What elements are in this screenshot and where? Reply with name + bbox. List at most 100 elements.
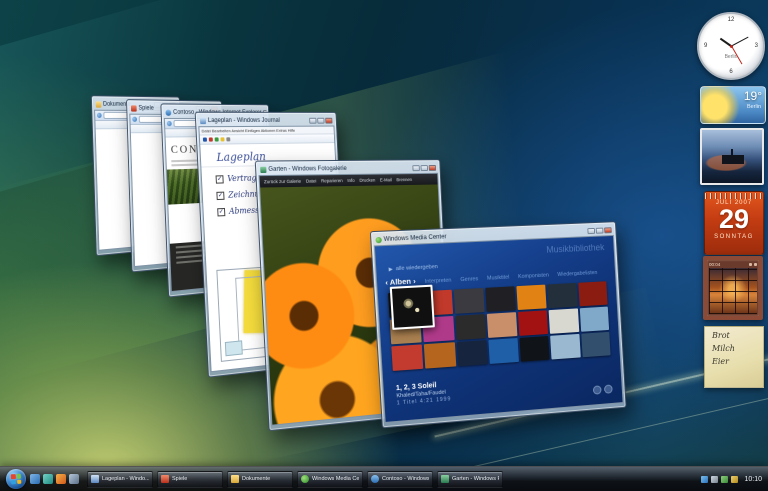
weather-gadget[interactable]: 19° Berlin bbox=[700, 86, 766, 124]
ie-icon bbox=[165, 109, 171, 115]
puzzle-header: 00:04 bbox=[707, 260, 759, 268]
back-icon[interactable] bbox=[97, 113, 102, 118]
album-tile[interactable] bbox=[520, 336, 550, 362]
notes-gadget[interactable]: Brot Milch Eier bbox=[704, 326, 764, 388]
album-tile[interactable] bbox=[455, 314, 486, 340]
slideshow-gadget[interactable] bbox=[700, 128, 764, 185]
pen-icon[interactable] bbox=[209, 137, 213, 141]
maximize-button[interactable] bbox=[317, 117, 324, 123]
calendar-day: 29 bbox=[705, 206, 763, 233]
album-tile[interactable] bbox=[424, 342, 456, 368]
pen-icon[interactable] bbox=[215, 137, 219, 141]
window-buttons[interactable] bbox=[412, 165, 436, 171]
album-tile[interactable] bbox=[578, 281, 608, 306]
ship-silhouette bbox=[722, 155, 744, 164]
album-tile[interactable] bbox=[488, 338, 519, 364]
taskbar-button-garten[interactable]: Garten - Windows Fo... bbox=[437, 471, 503, 488]
album-tile[interactable] bbox=[548, 283, 578, 308]
window-media-center[interactable]: Windows Media Center Musikbibliothek all… bbox=[370, 221, 627, 428]
clock-gadget[interactable]: 12 3 6 9 Berlin bbox=[697, 12, 765, 80]
scroll-buttons[interactable] bbox=[593, 384, 613, 394]
taskbar-clock[interactable]: 10:10 bbox=[744, 476, 762, 483]
print-menu[interactable]: Drucken bbox=[359, 178, 375, 183]
back-icon[interactable] bbox=[167, 121, 172, 126]
album-tile[interactable] bbox=[581, 332, 611, 357]
category-item[interactable]: Genres bbox=[460, 276, 478, 283]
category-item[interactable]: Komponisten bbox=[518, 272, 549, 280]
taskbar-button-lageplan[interactable]: Lageplan - Windo... bbox=[87, 471, 153, 488]
highlighter-icon[interactable] bbox=[220, 137, 224, 141]
album-tile[interactable] bbox=[456, 340, 487, 366]
album-tile[interactable] bbox=[487, 312, 518, 338]
temperature: 19° bbox=[744, 89, 762, 103]
album-tile[interactable] bbox=[485, 286, 516, 312]
album-tile[interactable] bbox=[580, 307, 610, 332]
close-button[interactable] bbox=[604, 227, 612, 233]
taskbar-button-spiele[interactable]: Spiele bbox=[157, 471, 223, 488]
close-button[interactable] bbox=[429, 165, 436, 171]
calendar-gadget[interactable]: JULI 2007 29 SONNTAG bbox=[704, 191, 764, 255]
album-tile[interactable] bbox=[518, 310, 548, 336]
system-tray: 10:10 bbox=[701, 476, 762, 483]
album-tile[interactable] bbox=[453, 288, 484, 314]
games-icon bbox=[161, 475, 169, 483]
album-tile[interactable] bbox=[551, 334, 581, 360]
taskbar-button-media-center[interactable]: Windows Media Ce... bbox=[297, 471, 363, 488]
media-player-quicklaunch-icon[interactable] bbox=[56, 474, 66, 484]
close-button[interactable] bbox=[325, 117, 332, 123]
library-header: Musikbibliothek bbox=[546, 242, 604, 255]
photo-gallery-icon bbox=[441, 475, 449, 483]
minimize-button[interactable] bbox=[412, 165, 420, 171]
clock-numeral: 12 bbox=[728, 17, 735, 23]
maximize-button[interactable] bbox=[420, 165, 428, 171]
window-title: Windows Media Center bbox=[384, 234, 447, 243]
album-tile[interactable] bbox=[549, 308, 579, 333]
ie-quicklaunch-icon[interactable] bbox=[30, 474, 40, 484]
file-menu[interactable]: Datei bbox=[306, 178, 317, 183]
category-item[interactable]: Wiedergabelisten bbox=[557, 270, 597, 278]
eraser-icon[interactable] bbox=[226, 137, 230, 141]
album-tile[interactable] bbox=[517, 285, 547, 310]
window-buttons[interactable] bbox=[309, 117, 332, 123]
minute-hand bbox=[731, 37, 748, 47]
network-icon[interactable] bbox=[701, 476, 708, 483]
back-to-gallery-button[interactable]: Zurück zur Galerie bbox=[264, 179, 301, 185]
scroll-down-icon[interactable] bbox=[604, 384, 613, 393]
start-button[interactable] bbox=[6, 469, 26, 489]
windows-flag-icon bbox=[11, 474, 22, 485]
puzzle-timer: 00:04 bbox=[709, 262, 720, 267]
maximize-button[interactable] bbox=[596, 227, 604, 233]
album-tile[interactable] bbox=[391, 344, 423, 371]
flip3d-quicklaunch-icon[interactable] bbox=[43, 474, 53, 484]
play-icon bbox=[389, 267, 393, 271]
window-buttons[interactable] bbox=[587, 227, 612, 234]
scroll-up-icon[interactable] bbox=[593, 385, 602, 394]
email-button[interactable]: E-Mail bbox=[380, 177, 392, 182]
titlebar[interactable]: Lageplan - Windows Journal bbox=[198, 115, 335, 126]
minimize-button[interactable] bbox=[587, 227, 595, 233]
checkbox-icon[interactable]: ✓ bbox=[217, 207, 225, 216]
burn-menu[interactable]: Brennen bbox=[396, 177, 412, 182]
back-icon[interactable] bbox=[132, 117, 137, 122]
taskbar-button-dokumente[interactable]: Dokumente bbox=[227, 471, 293, 488]
pen-icon[interactable] bbox=[203, 138, 207, 142]
security-icon[interactable] bbox=[721, 476, 728, 483]
journal-icon bbox=[200, 117, 206, 123]
puzzle-pause-icon[interactable] bbox=[749, 263, 752, 266]
battery-icon[interactable] bbox=[731, 476, 738, 483]
checkbox-icon[interactable]: ✓ bbox=[216, 175, 224, 183]
checkbox-icon[interactable]: ✓ bbox=[216, 191, 224, 199]
play-all-button[interactable]: alle wiedergeben bbox=[388, 264, 438, 273]
taskbar-button-contoso[interactable]: Contoso - Windows... bbox=[367, 471, 433, 488]
puzzle-shuffle-icon[interactable] bbox=[754, 263, 757, 266]
info-button[interactable]: Info bbox=[347, 178, 354, 183]
weather-city: Berlin bbox=[747, 104, 761, 110]
category-item[interactable]: Musiktitel bbox=[487, 275, 510, 282]
show-desktop-icon[interactable] bbox=[69, 474, 79, 484]
picture-puzzle-gadget[interactable]: 00:04 bbox=[703, 256, 763, 320]
volume-icon[interactable] bbox=[711, 476, 718, 483]
selected-album-tile[interactable] bbox=[390, 285, 435, 330]
fix-button[interactable]: Reparieren bbox=[321, 178, 343, 183]
minimize-button[interactable] bbox=[309, 117, 316, 123]
puzzle-grid[interactable] bbox=[709, 268, 757, 314]
